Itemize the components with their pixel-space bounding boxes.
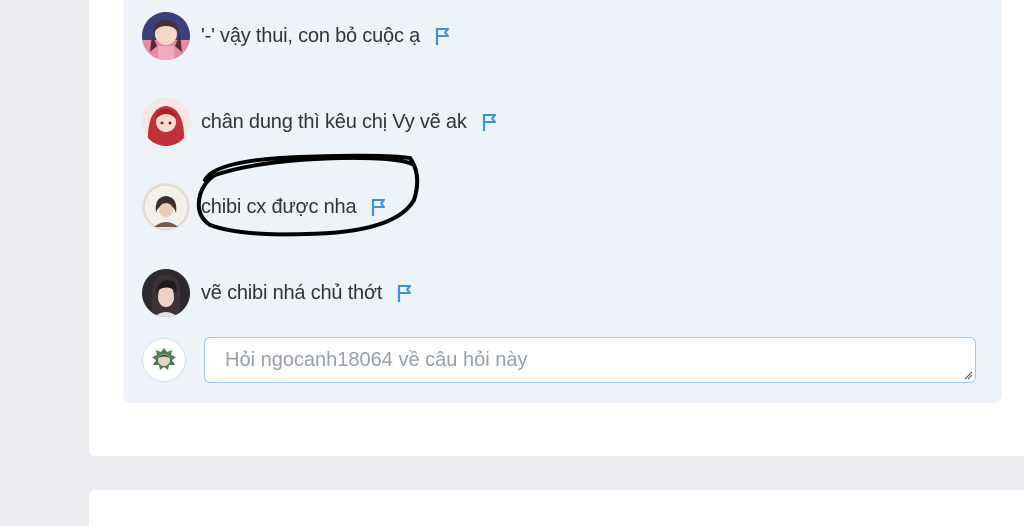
flag-icon[interactable]: [481, 112, 498, 132]
comment-text: chân dung thì kêu chị Vy vẽ ak: [201, 110, 467, 133]
resize-grip-icon[interactable]: [963, 370, 973, 380]
comment-text: chibi cx được nha: [201, 195, 357, 218]
user-avatar[interactable]: [142, 98, 190, 146]
comment-item: chibi cx được nha: [142, 182, 387, 232]
user-avatar[interactable]: [142, 269, 190, 317]
user-avatar[interactable]: [142, 12, 190, 60]
page: '-' vậy thui, con bỏ cuộc ạ chân dung th…: [0, 0, 1024, 526]
reply-field[interactable]: [204, 337, 976, 383]
comment-item: vẽ chibi nhá chủ thớt: [142, 268, 413, 318]
flag-icon[interactable]: [434, 26, 451, 46]
comment-item: '-' vậy thui, con bỏ cuộc ạ: [142, 11, 451, 61]
user-avatar[interactable]: [142, 183, 190, 231]
reply-input[interactable]: [223, 347, 957, 373]
flag-icon[interactable]: [370, 197, 387, 217]
reply-row: [142, 336, 978, 384]
comment-item: chân dung thì kêu chị Vy vẽ ak: [142, 97, 498, 147]
next-question-card: [89, 490, 1024, 526]
flag-icon[interactable]: [396, 283, 413, 303]
comment-text: vẽ chibi nhá chủ thớt: [201, 281, 383, 304]
comment-text: '-' vậy thui, con bỏ cuộc ạ: [201, 24, 421, 47]
current-user-avatar[interactable]: [142, 338, 186, 382]
